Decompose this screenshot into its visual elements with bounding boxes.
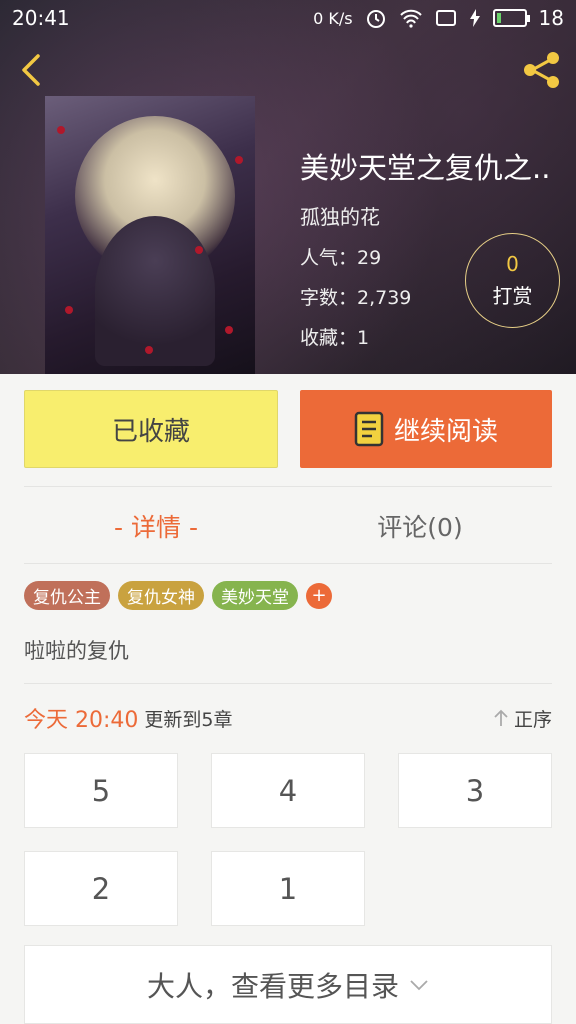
update-row: 今天 20:40 更新到5章 正序: [24, 700, 552, 736]
update-text: 更新到5章: [144, 708, 233, 731]
chapter-item[interactable]: 1: [211, 851, 365, 926]
tab-details[interactable]: - 详情 -: [24, 490, 288, 562]
battery-icon: [492, 9, 530, 27]
chapter-item[interactable]: 4: [211, 753, 365, 828]
book-description: 啦啦的复仇: [24, 639, 129, 663]
reward-label: 打赏: [492, 284, 533, 308]
chevron-down-icon: [410, 979, 428, 990]
chapter-item[interactable]: 2: [24, 851, 178, 926]
share-button[interactable]: [520, 50, 564, 90]
alarm-icon: [365, 7, 387, 29]
collected-button[interactable]: 已收藏: [24, 390, 278, 468]
tag-item[interactable]: 复仇公主: [24, 581, 110, 610]
add-tag-button[interactable]: +: [306, 582, 332, 609]
reward-button[interactable]: 0 打赏: [465, 233, 560, 328]
divider: [24, 683, 552, 684]
tag-list: 复仇公主 复仇女神 美妙天堂 +: [24, 581, 332, 610]
status-time: 20:41: [12, 6, 70, 30]
status-icons: 0 K/s 18: [313, 6, 564, 30]
favorites-stat: 收藏：1: [300, 327, 370, 349]
more-chapters-button[interactable]: 大人，查看更多目录: [24, 945, 552, 1024]
book-author[interactable]: 孤独的花: [300, 201, 570, 230]
back-button[interactable]: [14, 50, 50, 90]
status-bar: 20:41 0 K/s 18: [0, 0, 576, 36]
chapter-item[interactable]: 3: [398, 753, 552, 828]
book-title: 美妙天堂之复仇之..: [300, 151, 551, 185]
book-header: 20:41 0 K/s 18 美妙天堂之复仇之.. 孤独的花 人气：29 字数：…: [0, 0, 576, 374]
chapter-item[interactable]: 5: [24, 753, 178, 828]
tag-item[interactable]: 复仇女神: [118, 581, 204, 610]
divider: [24, 563, 552, 564]
screen-icon: [435, 9, 457, 27]
battery-level: 18: [538, 6, 564, 30]
arrow-up-icon: [494, 709, 508, 726]
tab-comments[interactable]: 评论(0): [288, 490, 552, 562]
action-buttons: 已收藏 继续阅读: [24, 390, 552, 468]
wifi-icon: [399, 8, 423, 28]
update-time: 今天 20:40: [24, 708, 139, 733]
divider: [24, 486, 552, 487]
sort-toggle[interactable]: 正序: [492, 705, 552, 732]
sort-label: 正序: [513, 708, 552, 731]
network-speed: 0 K/s: [313, 8, 353, 28]
more-chapters-label: 大人，查看更多目录: [146, 969, 399, 1003]
tab-bar: - 详情 - 评论(0): [24, 490, 552, 562]
share-icon: [524, 52, 559, 88]
continue-reading-button[interactable]: 继续阅读: [300, 390, 552, 468]
reward-count: 0: [506, 252, 519, 276]
continue-reading-label: 继续阅读: [393, 416, 498, 447]
tag-item[interactable]: 美妙天堂: [212, 581, 298, 610]
charging-icon: [469, 8, 481, 28]
book-cover-image[interactable]: [45, 96, 255, 374]
book-icon: [354, 411, 384, 447]
chevron-left-icon: [22, 54, 40, 86]
